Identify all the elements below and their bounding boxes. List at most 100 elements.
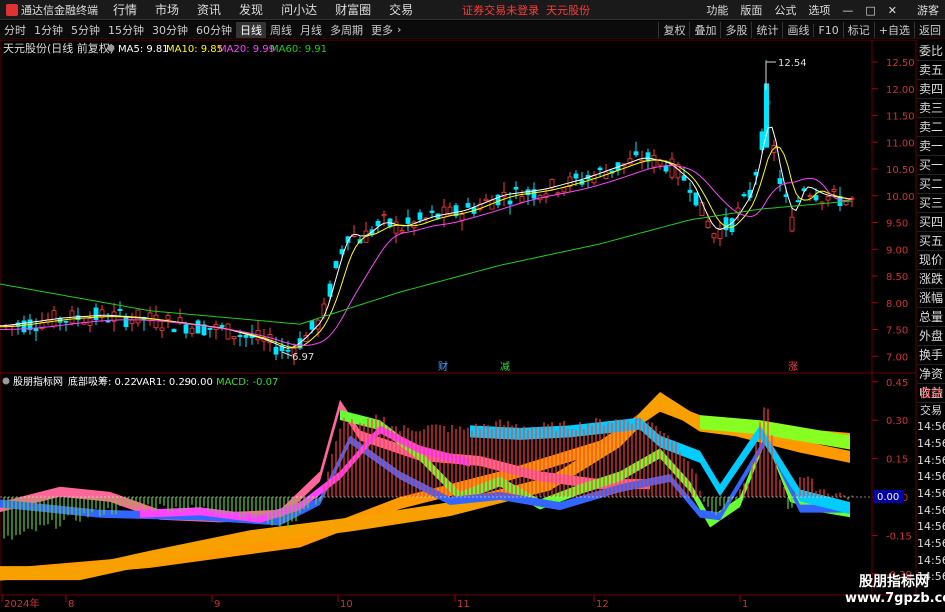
sub-tick-0: 0.45 <box>886 378 908 389</box>
quote-sidebar: 委比 卖五 卖四 卖三 卖二 卖一 买一 买二 买三 买四 买五 现价 涨跌 涨幅 总量 外盘 换手 净资 收益 <box>917 42 945 409</box>
stock-name: 天元股份 <box>546 3 591 17</box>
tab-period-3[interactable]: 15分钟 <box>104 22 148 38</box>
tab-period-9[interactable]: 多周期 <box>326 22 367 38</box>
time-4: 14:56 <box>917 487 945 501</box>
ma60-label: MA60: 9.91 <box>270 44 327 55</box>
time-8: 14:56 <box>917 553 945 567</box>
price-tick-5: 10.00 <box>886 192 915 203</box>
sub-current-value: 0.00 <box>877 492 899 503</box>
quote-label-5: 卖一 <box>917 137 945 156</box>
low-label: 6.97 <box>292 352 314 363</box>
trade-label[interactable]: 交易 <box>917 402 945 419</box>
maximize-button[interactable]: □ <box>859 4 881 17</box>
menu-layout[interactable]: 版面 <box>734 2 768 18</box>
menu-options[interactable]: 选项 <box>802 2 836 18</box>
price-tick-7: 9.00 <box>886 245 908 256</box>
btn-mark[interactable]: 标记 <box>842 22 874 38</box>
btn-add-watch[interactable]: +自选 <box>873 22 914 38</box>
quote-label-15: 外盘 <box>917 327 945 346</box>
sub-item-0: 底部吸筹: 0.22 <box>68 375 137 388</box>
auto-label[interactable]: 自动 <box>917 385 945 402</box>
time-3: 14:56 <box>917 470 945 484</box>
tab-period-5[interactable]: 60分钟 <box>192 22 236 38</box>
sub-item-2: : 0.00 <box>184 377 213 388</box>
tab-period-2[interactable]: 5分钟 <box>67 22 104 38</box>
btn-back[interactable]: 返回 <box>914 22 945 38</box>
price-tick-10: 7.50 <box>886 326 908 337</box>
event-marker-reduce[interactable]: 减 <box>500 361 510 373</box>
quote-label-17: 净资 <box>917 365 945 384</box>
app-logo: 通达信金融终端 <box>0 2 104 18</box>
time-2: 14:56 <box>917 453 945 467</box>
quote-label-7: 买二 <box>917 175 945 194</box>
guest-label[interactable]: 游客 <box>911 2 945 18</box>
x-tick-2: 9 <box>214 599 220 609</box>
event-marker-rise[interactable]: 涨 <box>788 361 798 373</box>
menu-item-news[interactable]: 资讯 <box>188 1 230 18</box>
menu-item-discover[interactable]: 发现 <box>230 1 272 18</box>
menu-formula[interactable]: 公式 <box>768 2 802 18</box>
minimize-button[interactable]: — <box>836 4 859 17</box>
event-marker-finance[interactable]: 财 <box>438 360 448 373</box>
menu-item-trade[interactable]: 交易 <box>380 1 422 18</box>
time-7: 14:56 <box>917 537 945 551</box>
time-6: 14:56 <box>917 520 945 534</box>
sub-tick-1: 0.30 <box>886 416 908 427</box>
btn-f10[interactable]: F10 <box>813 23 842 37</box>
tab-period-0[interactable]: 分时 <box>0 22 30 38</box>
price-tick-8: 8.50 <box>886 272 908 283</box>
sub-header: 股朋指标网 <box>13 375 63 388</box>
sub-tick-4: -0.15 <box>886 531 912 542</box>
main-header: 天元股份(日线 前复权) <box>3 41 114 55</box>
chart-area[interactable]: 天元股份(日线 前复权) MA5: 9.81 MA10: 9.85 MA20: … <box>0 39 945 610</box>
sub-settings-icon[interactable] <box>2 377 10 385</box>
app-logo-icon <box>6 3 18 16</box>
quote-label-8: 买三 <box>917 194 945 213</box>
time-1: 14:56 <box>917 437 945 451</box>
tab-period-4[interactable]: 30分钟 <box>148 22 192 38</box>
tab-period-6[interactable]: 日线 <box>236 21 266 38</box>
quote-label-9: 买四 <box>917 213 945 232</box>
app-title: 通达信金融终端 <box>21 3 98 17</box>
price-tick-2: 11.50 <box>886 112 915 123</box>
quote-label-1: 卖五 <box>917 61 945 80</box>
ma20-label: MA20: 9.99 <box>218 44 275 55</box>
chart-canvas[interactable]: 天元股份(日线 前复权) MA5: 9.81 MA10: 9.85 MA20: … <box>0 39 945 610</box>
x-tick-1: 8 <box>68 599 74 609</box>
more-chevron-icon[interactable]: › <box>397 23 401 36</box>
tab-period-1[interactable]: 1分钟 <box>30 22 67 38</box>
login-warning[interactable]: 证券交易未登录 天元股份 <box>462 2 590 18</box>
menu-item-quotes[interactable]: 行情 <box>104 1 146 18</box>
sub-item-1: VAR1: 0.29 <box>136 377 191 388</box>
watermark-line1: 股朋指标网 <box>859 574 929 590</box>
tab-period-10[interactable]: 更多 <box>367 22 397 38</box>
watermark-line2: www.7gpzb.com <box>845 591 945 606</box>
close-button[interactable]: ✕ <box>882 4 903 17</box>
period-toolbar: 分时 1分钟 5分钟 15分钟 30分钟 60分钟 日线 周线 月线 多周期 更… <box>0 21 945 39</box>
quote-label-0: 委比 <box>917 42 945 61</box>
quote-label-14: 总量 <box>917 308 945 327</box>
time-0: 14:56 <box>917 420 945 434</box>
tab-period-8[interactable]: 月线 <box>296 22 326 38</box>
btn-multi[interactable]: 多股 <box>720 22 751 38</box>
btn-stats[interactable]: 统计 <box>751 22 782 38</box>
btn-adjust[interactable]: 复权 <box>658 22 689 38</box>
ma10-label: MA10: 9.85 <box>166 44 223 55</box>
btn-draw[interactable]: 画线 <box>782 22 813 38</box>
tab-period-7[interactable]: 周线 <box>266 22 296 38</box>
price-tick-0: 12.50 <box>886 58 915 69</box>
btn-overlay[interactable]: 叠加 <box>689 22 720 38</box>
price-tick-3: 11.00 <box>886 138 915 149</box>
price-tick-11: 7.00 <box>886 352 908 363</box>
menu-item-wealth[interactable]: 财富圈 <box>326 1 380 18</box>
price-tick-1: 12.00 <box>886 85 915 96</box>
price-tick-9: 8.00 <box>886 299 908 310</box>
quote-label-13: 涨幅 <box>917 289 945 308</box>
settings-dot-icon[interactable] <box>107 44 115 52</box>
quote-label-2: 卖四 <box>917 80 945 99</box>
menu-item-market[interactable]: 市场 <box>146 1 188 18</box>
time-5: 14:56 <box>917 503 945 517</box>
menu-item-ask[interactable]: 问小达 <box>272 1 326 18</box>
menu-function[interactable]: 功能 <box>700 2 734 18</box>
x-tick-6: 1 <box>742 599 748 609</box>
